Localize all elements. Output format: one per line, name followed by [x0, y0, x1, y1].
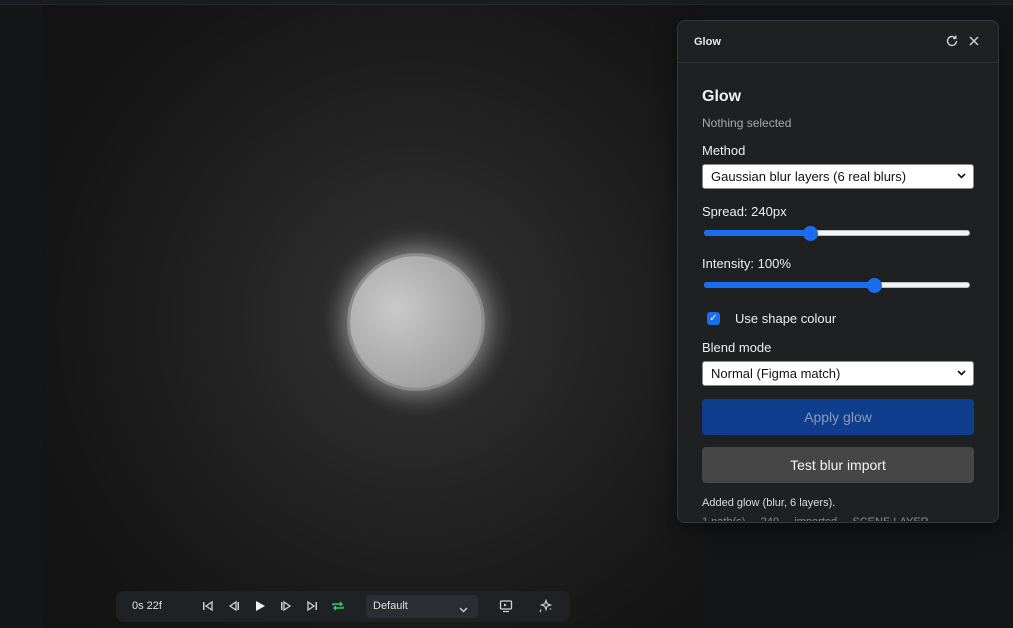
chevron-down-icon — [956, 362, 967, 394]
spread-label: Spread: 240px — [702, 204, 787, 219]
spread-slider-fill — [704, 230, 811, 236]
step-forward-icon[interactable] — [279, 599, 293, 613]
sparkle-icon[interactable] — [539, 599, 553, 613]
skip-to-start-icon[interactable] — [201, 599, 215, 613]
spread-slider[interactable] — [702, 226, 974, 241]
glow-panel: Glow Glow Nothing selected Method Gaussi… — [677, 20, 999, 523]
method-select-value: Gaussian blur layers (6 real blurs) — [711, 169, 907, 184]
panel-header: Glow — [678, 21, 998, 63]
panel-title: Glow — [694, 35, 721, 48]
playback-toolbar: 0s 22f Default — [116, 591, 570, 622]
blend-mode-label: Blend mode — [702, 340, 772, 355]
refresh-icon[interactable] — [944, 33, 960, 49]
intensity-slider-thumb[interactable] — [866, 278, 882, 293]
preset-select-value: Default — [373, 600, 408, 612]
intensity-label: Intensity: 100% — [702, 256, 791, 271]
time-display: 0s 22f — [132, 600, 162, 612]
panel-heading: Glow — [702, 88, 742, 105]
method-select[interactable]: Gaussian blur layers (6 real blurs) — [702, 164, 974, 189]
canvas-margin — [0, 5, 42, 628]
selection-status: Nothing selected — [702, 116, 792, 130]
intensity-slider-fill — [704, 282, 875, 288]
preset-select[interactable]: Default — [366, 595, 478, 618]
status-message-2: 1 path(s) ... 240 ... imported ... SCENE… — [702, 516, 929, 523]
loop-icon[interactable] — [331, 599, 345, 613]
play-icon[interactable] — [253, 599, 267, 613]
intensity-slider[interactable] — [702, 278, 974, 293]
present-icon[interactable] — [499, 599, 513, 613]
blend-mode-select[interactable]: Normal (Figma match) — [702, 361, 974, 386]
test-blur-import-button[interactable]: Test blur import — [702, 447, 974, 483]
step-back-icon[interactable] — [227, 599, 241, 613]
use-shape-colour-checkbox[interactable]: ✓ — [707, 311, 720, 325]
circle-shape[interactable] — [350, 256, 482, 388]
method-label: Method — [702, 143, 746, 158]
use-shape-colour-row[interactable]: ✓ Use shape colour — [702, 310, 975, 326]
close-icon[interactable] — [966, 33, 982, 49]
panel-body: Glow Nothing selected Method Gaussian bl… — [702, 63, 975, 523]
spread-slider-thumb[interactable] — [802, 226, 818, 241]
chevron-down-icon — [956, 165, 967, 197]
apply-glow-button[interactable]: Apply glow — [702, 399, 974, 435]
use-shape-colour-label: Use shape colour — [735, 310, 837, 326]
blend-mode-select-value: Normal (Figma match) — [711, 366, 841, 381]
skip-to-end-icon[interactable] — [305, 599, 319, 613]
chevron-down-icon — [458, 602, 469, 620]
status-message: Added glow (blur, 6 layers). — [702, 497, 836, 509]
artboard[interactable] — [42, 5, 705, 628]
